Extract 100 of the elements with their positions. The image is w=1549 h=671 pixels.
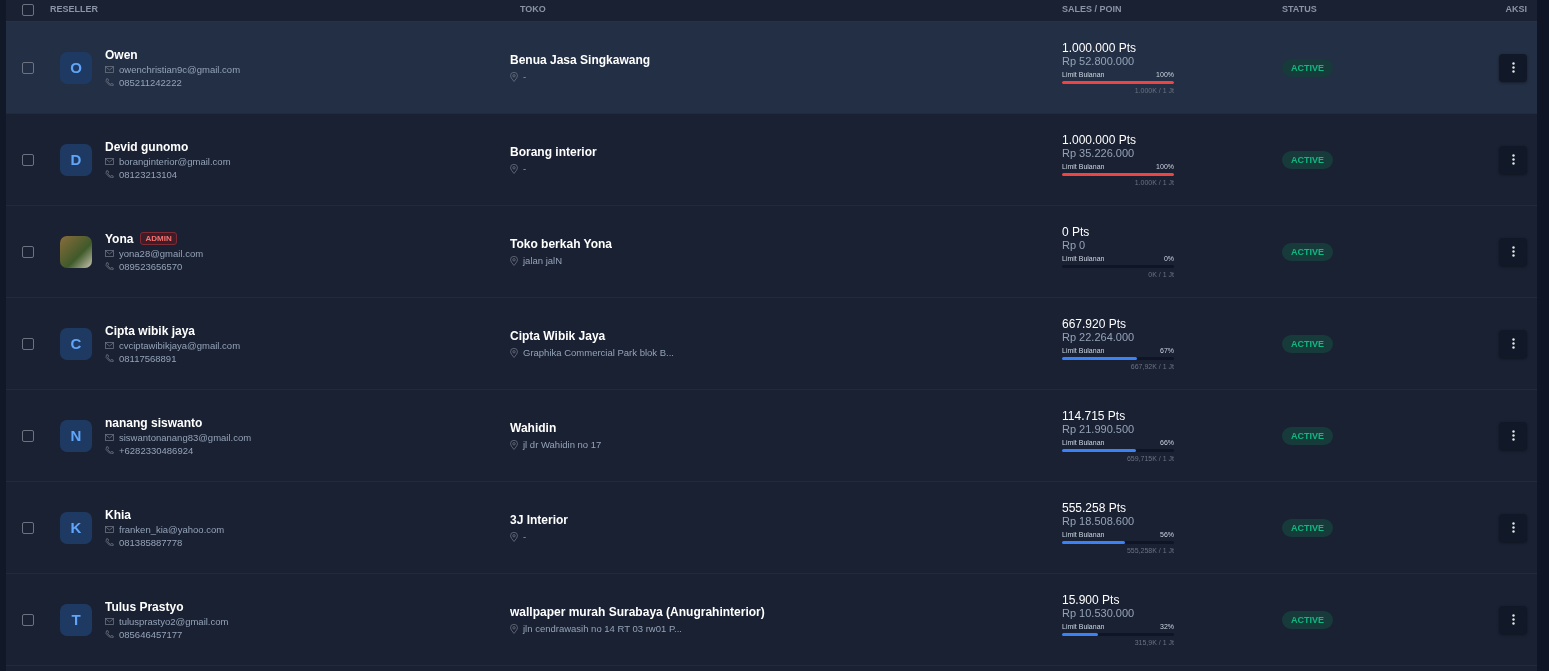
row-checkbox[interactable]: [22, 337, 34, 350]
store-name: Benua Jasa Singkawang: [510, 53, 652, 67]
more-actions-button[interactable]: [1499, 605, 1527, 634]
store-name: 3J Interior: [510, 513, 570, 527]
store-address: Graphika Commercial Park blok B...: [523, 347, 674, 358]
sales-amount: Rp 0: [1062, 239, 1087, 251]
reseller-name: Cipta wibik jaya: [105, 323, 196, 338]
more-icon: [1511, 614, 1515, 625]
phone-icon: [105, 77, 114, 87]
store-address: jalan jalN: [523, 255, 563, 266]
location-pin-icon: [510, 163, 518, 174]
column-header: SALES / POIN: [1062, 4, 1123, 16]
more-icon: [1511, 62, 1515, 73]
photo-placeholder: [60, 235, 92, 268]
phone-icon: [105, 353, 114, 363]
points-value: 15.900 Pts: [1062, 593, 1121, 607]
email-text: siswantonanang83@gmail.com: [119, 431, 252, 443]
phone-icon: [105, 445, 114, 455]
role-badge: ADMIN: [140, 232, 177, 245]
points-value: 0 Pts: [1062, 225, 1091, 239]
location-pin-icon: [510, 347, 518, 358]
points-value: 667.920 Pts: [1062, 317, 1128, 331]
phone-text: 089523656570: [119, 260, 183, 272]
phone-text: 085646457177: [119, 628, 183, 640]
more-actions-button[interactable]: [1499, 53, 1527, 82]
more-actions-button[interactable]: [1499, 329, 1527, 358]
sales-amount: Rp 22.264.000: [1062, 331, 1136, 343]
reseller-name: Owen: [105, 47, 138, 62]
mail-icon: [105, 525, 114, 533]
phone-icon: [105, 629, 114, 639]
column-header: RESELLER: [50, 4, 99, 16]
store-name: Toko berkah Yona: [510, 237, 614, 251]
phone-text: 08117568891: [119, 352, 177, 364]
phone-icon: [105, 537, 114, 547]
store-name: Wahidin: [510, 421, 558, 435]
more-icon: [1511, 430, 1515, 441]
scrollbar[interactable]: [1537, 0, 1549, 671]
sales-amount: Rp 21.990.500: [1062, 423, 1136, 435]
phone-text: 085211242222: [119, 76, 182, 88]
sales-amount: Rp 10.530.000: [1062, 607, 1136, 619]
store-name: wallpaper murah Surabaya (Anugrahinterior): [510, 605, 766, 619]
mail-icon: [105, 249, 114, 257]
more-actions-button[interactable]: [1499, 237, 1527, 266]
phone-text: 08123213104: [119, 168, 178, 180]
email-text: owenchristian9c@gmail.com: [119, 63, 241, 75]
location-pin-icon: [510, 71, 518, 82]
email-text: franken_kia@yahoo.com: [119, 523, 225, 535]
avatar: O: [60, 51, 92, 84]
sales-amount: Rp 35.226.000: [1062, 147, 1136, 159]
store-address: jln cendrawasih no 14 RT 03 rw01 P...: [523, 623, 682, 634]
status-badge: ACTIVE: [1282, 518, 1333, 537]
more-actions-button[interactable]: [1499, 513, 1527, 542]
more-actions-button[interactable]: [1499, 145, 1527, 174]
select-all-checkbox[interactable]: [22, 4, 34, 16]
store-name: Borang interior: [510, 145, 598, 159]
avatar: N: [60, 419, 92, 452]
location-pin-icon: [510, 531, 518, 542]
more-icon: [1511, 522, 1515, 533]
status-badge: ACTIVE: [1282, 242, 1333, 261]
status-badge: ACTIVE: [1282, 150, 1333, 169]
row-checkbox[interactable]: [22, 153, 34, 166]
reseller-name: nanang siswanto: [105, 415, 203, 430]
mail-icon: [105, 65, 114, 73]
more-icon: [1511, 338, 1515, 349]
points-value: 1.000.000 Pts: [1062, 41, 1138, 55]
more-actions-button[interactable]: [1499, 421, 1527, 450]
row-checkbox[interactable]: [22, 613, 34, 626]
row-checkbox[interactable]: [22, 245, 34, 258]
sales-amount: Rp 18.508.600: [1062, 515, 1136, 527]
mail-icon: [105, 617, 114, 625]
points-value: 114.715 Pts: [1062, 409, 1127, 423]
store-address: jl dr Wahidin no 17: [523, 439, 602, 450]
mail-icon: [105, 341, 114, 349]
reseller-name: Tulus Prastyo: [105, 599, 184, 614]
reseller-name: Khia: [105, 507, 131, 522]
column-header: STATUS: [1282, 4, 1318, 16]
status-badge: ACTIVE: [1282, 610, 1333, 629]
email-text: yona28@gmail.com: [119, 247, 204, 259]
store-address: -: [523, 71, 527, 82]
mail-icon: [105, 433, 114, 441]
location-pin-icon: [510, 623, 518, 634]
avatar: K: [60, 511, 92, 544]
more-icon: [1511, 154, 1515, 165]
phone-icon: [105, 261, 114, 271]
column-header: AKSI: [1504, 4, 1528, 16]
row-checkbox[interactable]: [22, 521, 34, 534]
phone-icon: [105, 169, 114, 179]
phone-text: 081385887778: [119, 536, 183, 548]
store-name: Cipta Wibik Jaya: [510, 329, 607, 343]
more-icon: [1511, 246, 1515, 257]
avatar: D: [60, 143, 92, 176]
row-checkbox[interactable]: [22, 61, 34, 74]
sales-amount: Rp 52.800.000: [1062, 55, 1136, 67]
store-address: -: [523, 531, 527, 542]
mail-icon: [105, 157, 114, 165]
status-badge: ACTIVE: [1282, 58, 1333, 77]
email-text: tulusprastyo2@gmail.com: [119, 615, 229, 627]
reseller-name: Devid gunomo: [105, 139, 189, 154]
row-checkbox[interactable]: [22, 429, 34, 442]
email-text: cvciptawibikjaya@gmail.com: [119, 339, 241, 351]
